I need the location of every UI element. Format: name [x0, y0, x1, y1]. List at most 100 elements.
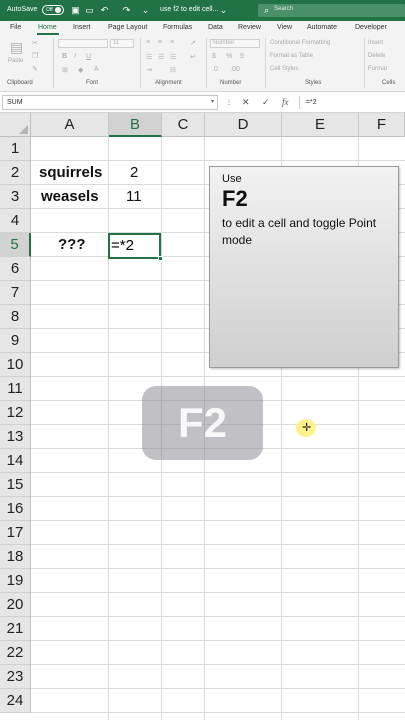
row-header-8[interactable]: 8 [0, 305, 31, 329]
paste-label[interactable]: Paste [8, 58, 23, 64]
row-header-1[interactable]: 1 [0, 137, 31, 161]
search-box[interactable]: ⌕ Search [258, 4, 405, 17]
row-header-22[interactable]: 22 [0, 641, 31, 665]
column-header-d[interactable]: D [205, 113, 282, 137]
cell-a2[interactable]: squirrels [39, 164, 102, 181]
row-header-15[interactable]: 15 [0, 473, 31, 497]
percent-icon[interactable]: % [226, 53, 232, 60]
align-top-icon[interactable]: ≡ [146, 39, 150, 46]
active-cell-b5[interactable]: =*2 [108, 233, 163, 261]
conditional-formatting-button[interactable]: Conditional Formatting [270, 40, 330, 46]
merge-icon[interactable]: ⊟ [170, 66, 176, 74]
row-header-19[interactable]: 19 [0, 569, 31, 593]
tab-review[interactable]: Review [238, 24, 261, 31]
underline-icon[interactable]: U [86, 53, 91, 60]
fill-handle[interactable] [158, 256, 163, 261]
align-bottom-icon[interactable]: ≡ [170, 39, 174, 46]
worksheet-grid[interactable]: A B C D E F 1 2 3 4 5 6 7 8 9 10 11 12 13 14 15 16 17 18 1… [0, 113, 405, 720]
column-header-b[interactable]: B [109, 113, 162, 137]
row-header-20[interactable]: 20 [0, 593, 31, 617]
paste-icon[interactable]: ▤ [10, 39, 23, 56]
fx-icon[interactable]: fx [282, 97, 289, 107]
row-header-11[interactable]: 11 [0, 377, 31, 401]
align-center-icon[interactable]: ☰ [158, 53, 164, 61]
align-right-icon[interactable]: ☰ [170, 53, 176, 61]
delete-cells-button[interactable]: Delete [368, 53, 385, 59]
italic-icon[interactable]: I [74, 53, 76, 60]
row-header-13[interactable]: 13 [0, 425, 31, 449]
cell-styles-button[interactable]: Cell Styles [270, 66, 298, 72]
indent-icon[interactable]: ⇥ [146, 66, 152, 74]
cell-b2[interactable]: 2 [130, 164, 138, 181]
format-cells-button[interactable]: Format [368, 66, 387, 72]
align-left-icon[interactable]: ☰ [146, 53, 152, 61]
comma-style-icon[interactable]: 9 [240, 53, 244, 60]
cancel-icon[interactable]: ✕ [242, 97, 250, 108]
chevron-down-icon[interactable]: ▾ [211, 98, 214, 105]
file-title[interactable]: use f2 to edit cell... [160, 6, 218, 13]
picture-icon[interactable]: ▭ [84, 4, 95, 16]
font-size-select[interactable]: 11 [110, 39, 134, 48]
number-format-select[interactable]: Number [210, 39, 260, 48]
chevron-down-icon[interactable]: ⌄ [218, 4, 229, 16]
column-header-a[interactable]: A [31, 113, 109, 137]
tab-data[interactable]: Data [208, 24, 223, 31]
row-header-16[interactable]: 16 [0, 497, 31, 521]
row-header-4[interactable]: 4 [0, 209, 31, 233]
format-painter-icon[interactable]: ✎ [32, 65, 38, 73]
row-header-3[interactable]: 3 [0, 185, 31, 209]
more-options-icon[interactable]: ⋮ [226, 99, 232, 106]
autosave-toggle[interactable]: Off [42, 5, 64, 15]
row-header-23[interactable]: 23 [0, 665, 31, 689]
insert-cells-button[interactable]: Insert [368, 40, 383, 46]
tab-view[interactable]: View [277, 24, 292, 31]
column-header-c[interactable]: C [162, 113, 205, 137]
save-icon[interactable]: ▣ [70, 4, 81, 16]
row-header-14[interactable]: 14 [0, 449, 31, 473]
bold-icon[interactable]: B [62, 53, 67, 60]
row-header-2[interactable]: 2 [0, 161, 31, 185]
tab-home[interactable]: Home [38, 24, 57, 31]
select-all-button[interactable] [0, 113, 31, 137]
accounting-format-icon[interactable]: $ [212, 53, 216, 60]
column-header-f[interactable]: F [359, 113, 405, 137]
customize-toolbar-icon[interactable]: ⌄ [140, 4, 151, 16]
undo-icon[interactable]: ↶ [99, 4, 110, 16]
orientation-icon[interactable]: ↗ [190, 39, 196, 47]
tab-formulas[interactable]: Formulas [163, 24, 192, 31]
tab-file[interactable]: File [10, 24, 21, 31]
borders-icon[interactable]: ⊞ [62, 66, 68, 74]
formula-input[interactable]: =*2 [302, 95, 405, 110]
tab-insert[interactable]: Insert [73, 24, 91, 31]
row-header-9[interactable]: 9 [0, 329, 31, 353]
row-header-7[interactable]: 7 [0, 281, 31, 305]
tab-automate[interactable]: Automate [307, 24, 337, 31]
decrease-decimal-icon[interactable]: .00 [230, 66, 240, 73]
redo-icon[interactable]: ↷ [121, 4, 132, 16]
cell-b3[interactable]: 11 [126, 188, 142, 205]
tab-page-layout[interactable]: Page Layout [108, 24, 147, 31]
row-header-18[interactable]: 18 [0, 545, 31, 569]
row-header-5[interactable]: 5 [0, 233, 31, 257]
font-name-select[interactable] [58, 39, 108, 48]
tab-developer[interactable]: Developer [355, 24, 387, 31]
font-color-icon[interactable]: A [94, 66, 99, 73]
column-header-e[interactable]: E [282, 113, 359, 137]
wrap-text-icon[interactable]: ↵ [190, 53, 196, 61]
row-header-21[interactable]: 21 [0, 617, 31, 641]
name-box[interactable]: SUM ▾ [2, 95, 218, 110]
cut-icon[interactable]: ✂ [32, 39, 38, 47]
row-header-24[interactable]: 24 [0, 689, 31, 713]
enter-icon[interactable]: ✓ [262, 97, 270, 108]
align-middle-icon[interactable]: ≡ [158, 39, 162, 46]
cell-a3[interactable]: weasels [41, 188, 99, 205]
row-header-6[interactable]: 6 [0, 257, 31, 281]
cell-a5[interactable]: ??? [58, 236, 86, 253]
format-as-table-button[interactable]: Format as Table [270, 53, 313, 59]
row-header-17[interactable]: 17 [0, 521, 31, 545]
fill-color-icon[interactable]: ◆ [78, 66, 83, 74]
copy-icon[interactable]: ❐ [32, 52, 38, 60]
row-header-10[interactable]: 10 [0, 353, 31, 377]
row-header-12[interactable]: 12 [0, 401, 31, 425]
increase-decimal-icon[interactable]: .0 [212, 66, 218, 73]
